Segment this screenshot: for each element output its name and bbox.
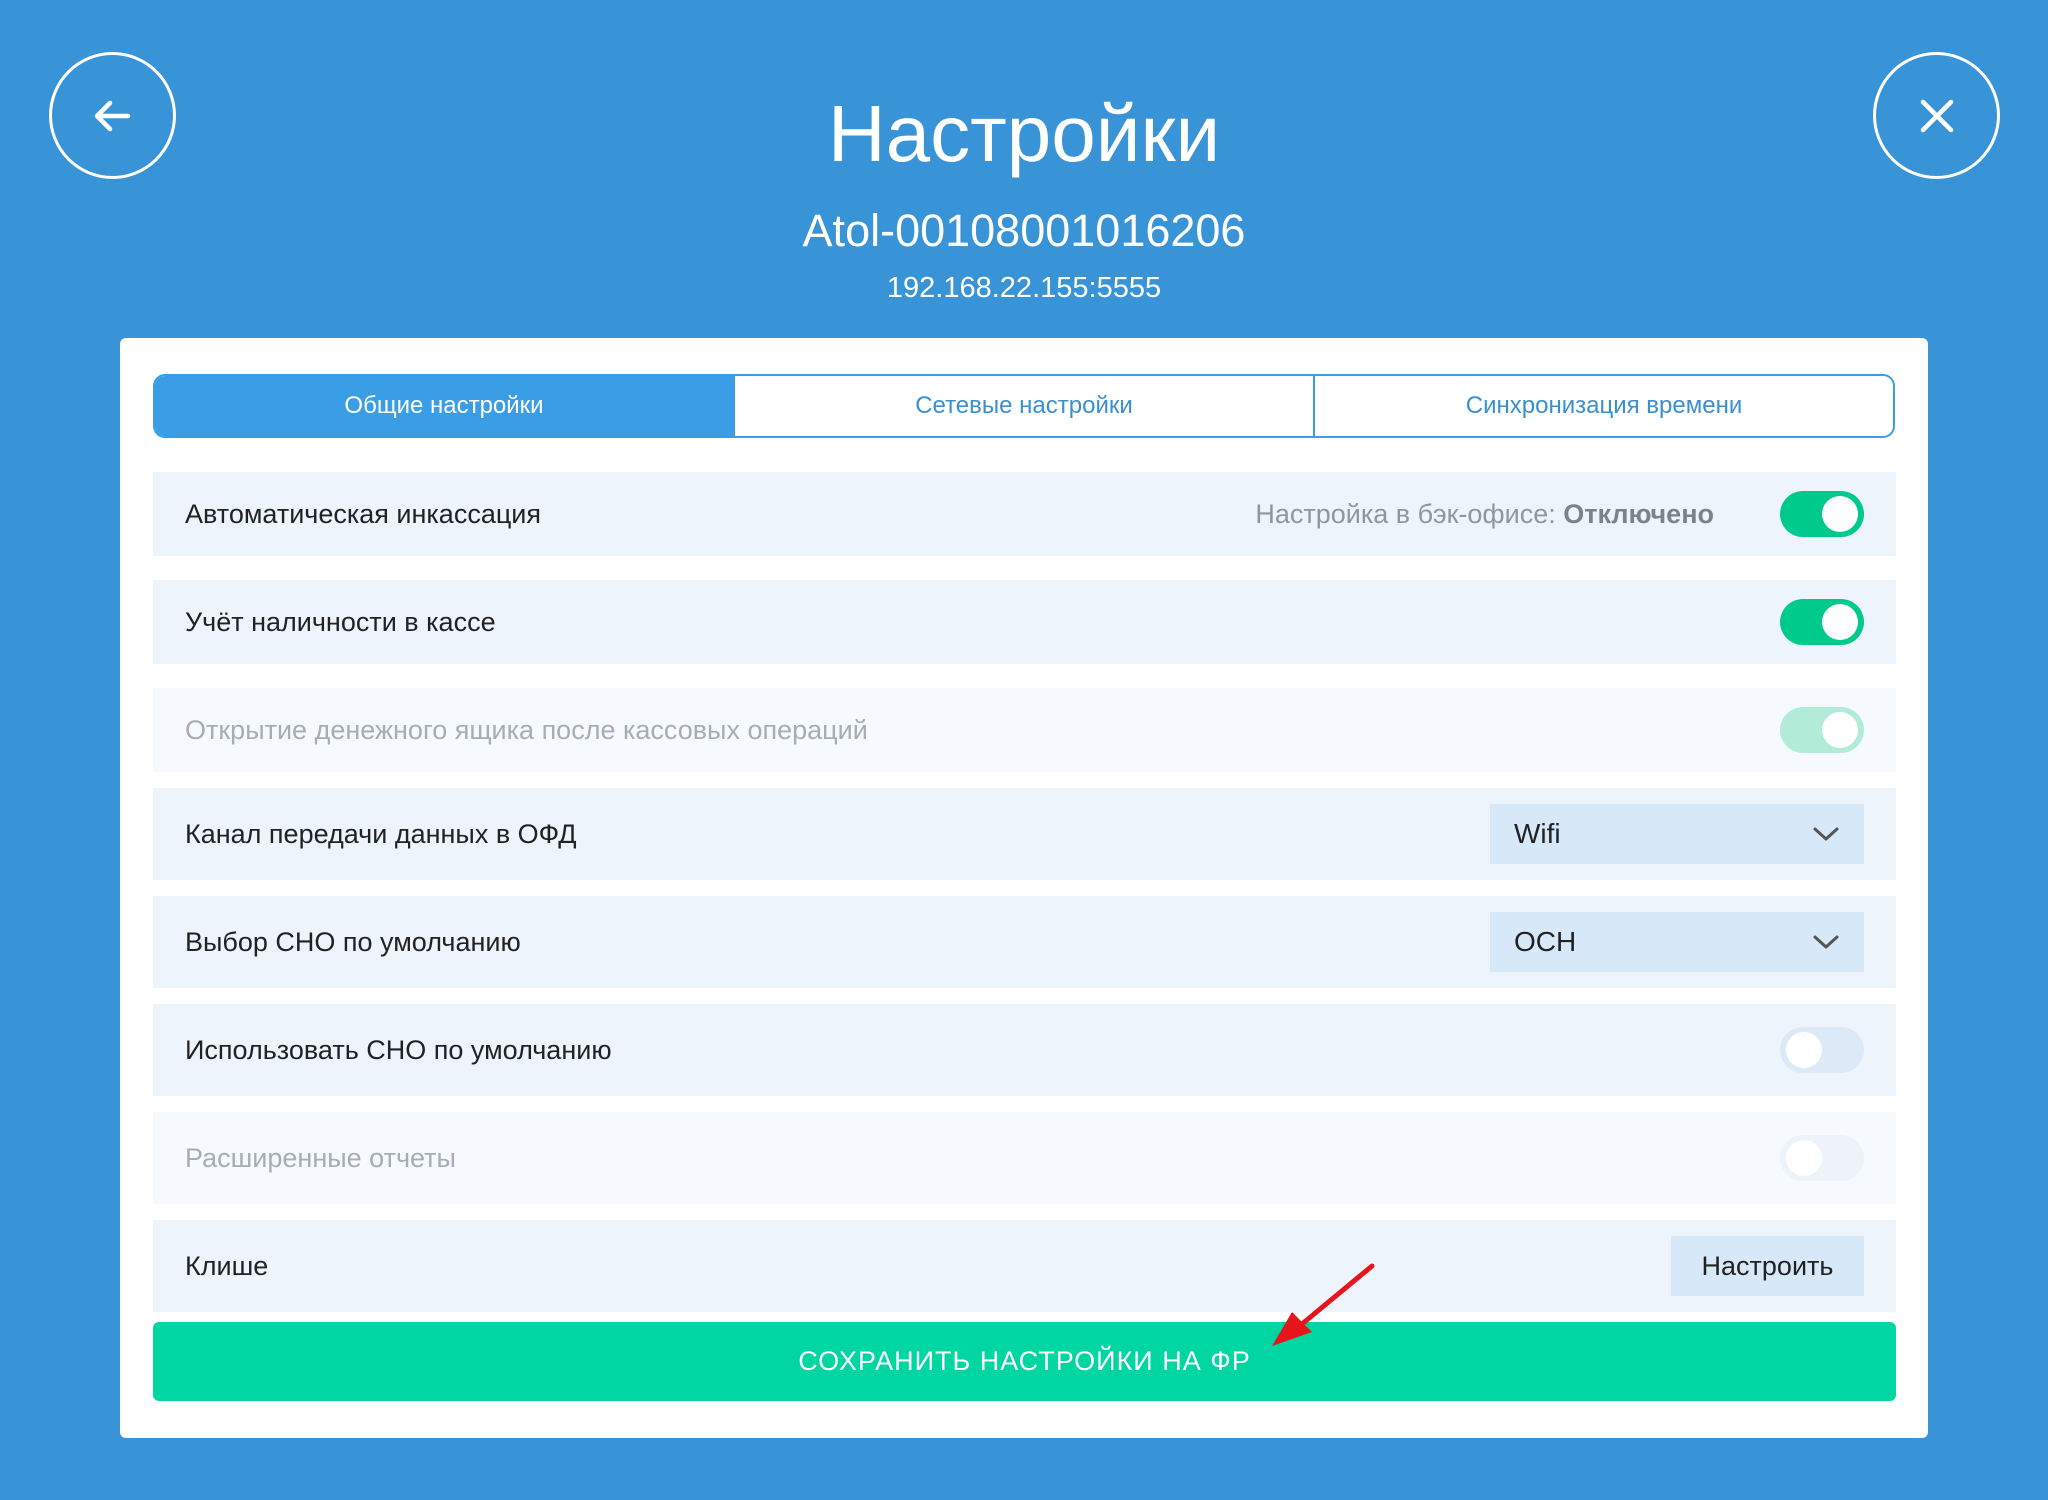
- use-default-tax-label: Использовать СНО по умолчанию: [185, 1034, 612, 1065]
- backoffice-note-value: Отключено: [1563, 498, 1714, 529]
- setting-open-drawer: Открытие денежного ящика после кассовых …: [153, 688, 1896, 772]
- ofd-channel-select[interactable]: Wifi: [1490, 804, 1864, 864]
- device-address: 192.168.22.155:5555: [886, 272, 1162, 304]
- tab-bar: Общие настройки Сетевые настройки Синхро…: [153, 374, 1895, 438]
- toggle-knob: [1822, 604, 1858, 640]
- extended-reports-toggle[interactable]: [1780, 1135, 1864, 1181]
- cliche-setup-button[interactable]: Настроить: [1671, 1236, 1864, 1296]
- toggle-knob: [1786, 1140, 1822, 1176]
- chevron-down-icon: [1813, 827, 1839, 841]
- chevron-down-icon: [1813, 935, 1839, 949]
- setting-ofd-channel: Канал передачи данных в ОФД Wifi: [153, 788, 1896, 880]
- setting-cliche: Клише Настроить: [153, 1220, 1896, 1312]
- auto-collection-toggle[interactable]: [1780, 491, 1864, 537]
- backoffice-note-prefix: Настройка в бэк-офисе:: [1255, 498, 1556, 529]
- setting-extended-reports: Расширенные отчеты: [153, 1112, 1896, 1204]
- tab-network[interactable]: Сетевые настройки: [733, 376, 1313, 436]
- setting-cash-accounting: Учёт наличности в кассе: [153, 580, 1896, 664]
- default-tax-select[interactable]: ОСН: [1490, 912, 1864, 972]
- setting-auto-collection: Автоматическая инкассация Настройка в бэ…: [153, 472, 1896, 556]
- device-name: Atol-00108001016206: [802, 205, 1246, 256]
- cash-accounting-toggle[interactable]: [1780, 599, 1864, 645]
- cash-accounting-label: Учёт наличности в кассе: [185, 606, 496, 637]
- default-tax-label: Выбор СНО по умолчанию: [185, 926, 521, 957]
- cliche-label: Клише: [185, 1250, 269, 1281]
- open-drawer-toggle[interactable]: [1780, 707, 1864, 753]
- save-to-fr-button[interactable]: СОХРАНИТЬ НАСТРОЙКИ НА ФР: [153, 1322, 1896, 1401]
- toggle-knob: [1786, 1032, 1822, 1068]
- auto-collection-label: Автоматическая инкассация: [185, 498, 541, 529]
- use-default-tax-toggle[interactable]: [1780, 1027, 1864, 1073]
- toggle-knob: [1822, 496, 1858, 532]
- backoffice-note: Настройка в бэк-офисе: Отключено: [1255, 499, 1714, 530]
- page-title: Настройки: [827, 89, 1221, 178]
- settings-card: Общие настройки Сетевые настройки Синхро…: [120, 338, 1928, 1438]
- ofd-channel-value: Wifi: [1514, 818, 1561, 849]
- open-drawer-label: Открытие денежного ящика после кассовых …: [185, 714, 868, 745]
- setting-default-tax: Выбор СНО по умолчанию ОСН: [153, 896, 1896, 988]
- toggle-knob: [1822, 712, 1858, 748]
- setting-use-default-tax: Использовать СНО по умолчанию: [153, 1004, 1896, 1096]
- tab-general[interactable]: Общие настройки: [155, 376, 733, 436]
- ofd-channel-label: Канал передачи данных в ОФД: [185, 818, 577, 849]
- tab-time-sync[interactable]: Синхронизация времени: [1313, 376, 1893, 436]
- default-tax-value: ОСН: [1514, 926, 1577, 957]
- extended-reports-label: Расширенные отчеты: [185, 1142, 456, 1173]
